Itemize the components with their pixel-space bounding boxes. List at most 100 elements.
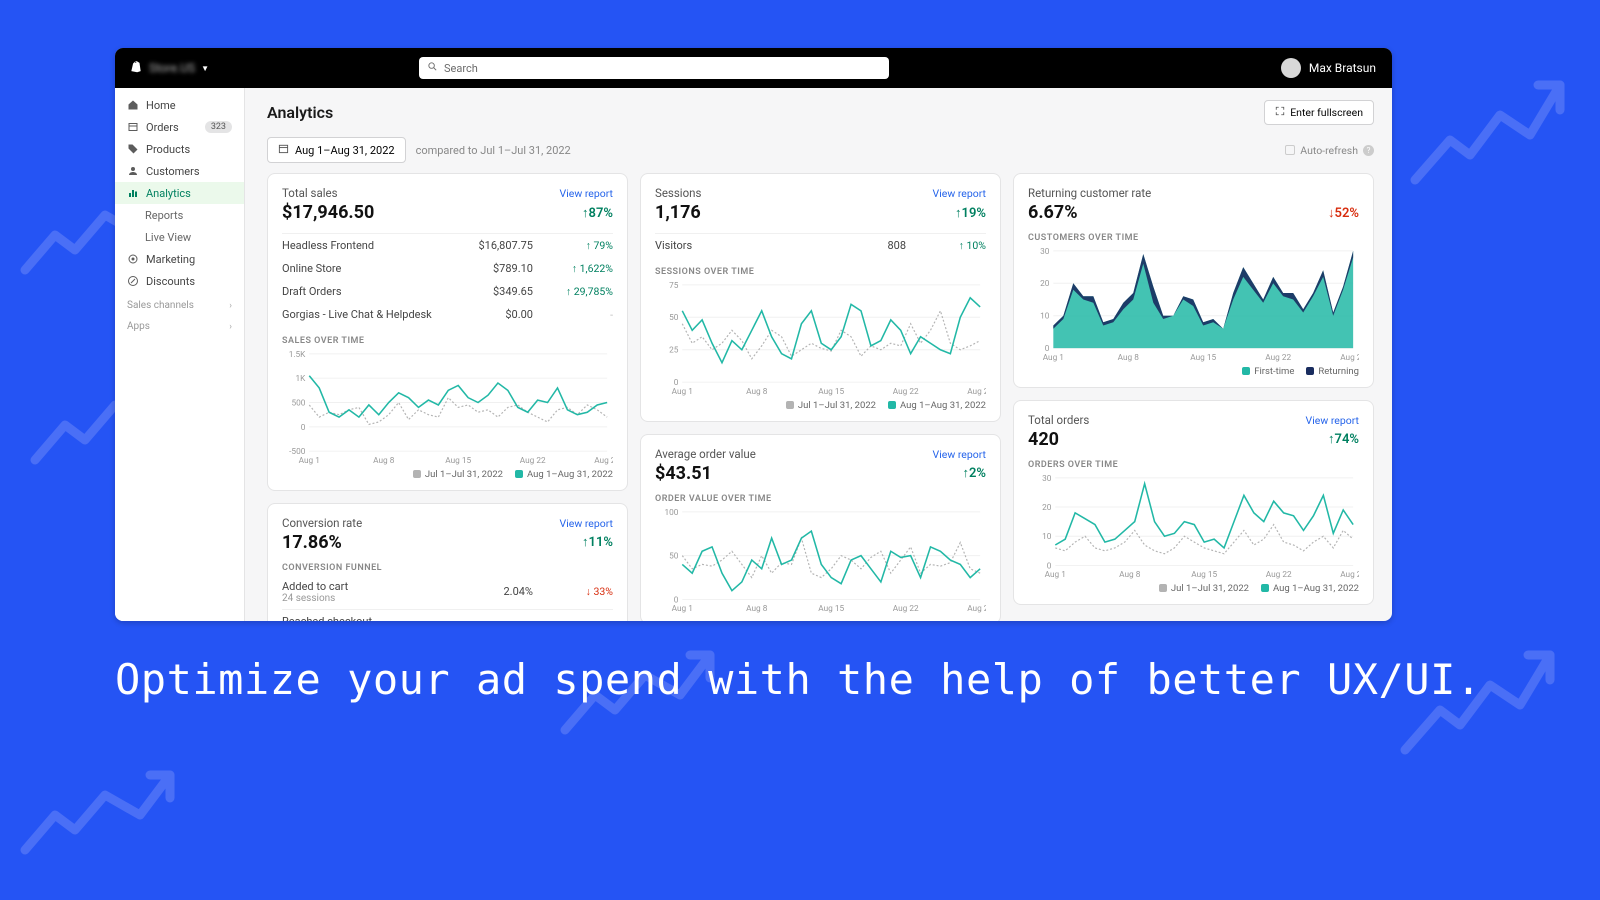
user-menu[interactable]: Max Bratsun xyxy=(1281,58,1392,78)
chart-subtitle: SESSIONS OVER TIME xyxy=(655,267,986,277)
chart-subtitle: SALES OVER TIME xyxy=(282,336,613,346)
user-name: Max Bratsun xyxy=(1309,61,1376,75)
card-value: 17.86% xyxy=(282,532,342,553)
analytics-app: Store.US ▼ Search Max Bratsun Home Order… xyxy=(115,48,1392,621)
card-total-sales: Total sales View report $17,946.50 ↑87% He… xyxy=(267,173,628,491)
sidebar-item-products[interactable]: Products xyxy=(115,138,244,160)
sidebar-item-home[interactable]: Home xyxy=(115,94,244,116)
svg-text:50: 50 xyxy=(669,313,679,323)
sidebar: Home Orders323 Products Customers Analyt… xyxy=(115,88,245,621)
card-title: Conversion rate xyxy=(282,516,362,530)
svg-text:Aug 8: Aug 8 xyxy=(746,604,768,613)
card-value: $43.51 xyxy=(655,463,712,484)
avatar xyxy=(1281,58,1301,78)
chart-legend: Jul 1–Jul 31, 2022 Aug 1–Aug 31, 2022 xyxy=(282,469,613,480)
card-conversion-rate: Conversion rate View report 17.86% ↑11% CO… xyxy=(267,503,628,621)
search-placeholder: Search xyxy=(444,62,478,75)
svg-text:Aug 8: Aug 8 xyxy=(1119,570,1141,579)
card-value: 420 xyxy=(1028,429,1059,450)
main: Analytics Enter fullscreen Aug 1–Aug 31,… xyxy=(245,88,1392,621)
chevron-right-icon: › xyxy=(229,322,232,332)
brand[interactable]: Store.US ▼ xyxy=(115,60,223,77)
compared-text: compared to Jul 1–Jul 31, 2022 xyxy=(416,144,571,157)
svg-text:50: 50 xyxy=(669,551,679,561)
chevron-right-icon: › xyxy=(229,301,232,311)
svg-text:Aug 29: Aug 29 xyxy=(594,456,613,465)
sidebar-item-discounts[interactable]: Discounts xyxy=(115,270,244,292)
svg-text:Aug 29: Aug 29 xyxy=(967,604,986,613)
calendar-icon xyxy=(278,143,289,157)
view-report-link[interactable]: View report xyxy=(1306,414,1359,427)
card-value: $17,946.50 xyxy=(282,202,374,223)
orders-over-time-chart: 0102030Aug 1Aug 8Aug 15Aug 22Aug 29 xyxy=(1028,472,1359,579)
svg-text:Aug 1: Aug 1 xyxy=(299,456,320,465)
sidebar-item-customers[interactable]: Customers xyxy=(115,160,244,182)
card-title: Average order value xyxy=(655,447,756,461)
date-range-button[interactable]: Aug 1–Aug 31, 2022 xyxy=(267,137,406,163)
sidebar-item-reports[interactable]: Reports xyxy=(115,204,244,226)
enter-fullscreen-button[interactable]: Enter fullscreen xyxy=(1264,100,1374,125)
chart-subtitle: ORDER VALUE OVER TIME xyxy=(655,494,986,504)
sidebar-item-liveview[interactable]: Live View xyxy=(115,226,244,248)
svg-text:0: 0 xyxy=(301,423,306,433)
fullscreen-icon xyxy=(1275,106,1285,119)
svg-text:Aug 1: Aug 1 xyxy=(1045,570,1066,579)
svg-text:Aug 29: Aug 29 xyxy=(1340,353,1359,362)
svg-text:Aug 22: Aug 22 xyxy=(1266,570,1292,579)
chart-legend: Jul 1–Jul 31, 2022 Aug 1–Aug 31, 2022 xyxy=(655,400,986,411)
svg-text:25: 25 xyxy=(669,346,679,356)
card-title: Total sales xyxy=(282,186,338,200)
sidebar-section-sales-channels[interactable]: Sales channels› xyxy=(115,292,244,313)
sessions-list: Visitors808↑ 10% xyxy=(655,234,986,257)
list-item: Online Store$789.10↑ 1,622% xyxy=(282,257,613,280)
chart-subtitle: ORDERS OVER TIME xyxy=(1028,460,1359,470)
card-aov: Average order value View report $43.51 ↑2%… xyxy=(640,434,1001,621)
funnel-subtitle: CONVERSION FUNNEL xyxy=(282,563,613,573)
svg-text:Aug 15: Aug 15 xyxy=(1191,570,1217,579)
card-delta: ↓52% xyxy=(1328,205,1359,221)
sidebar-item-analytics[interactable]: Analytics xyxy=(115,182,244,204)
svg-text:Aug 1: Aug 1 xyxy=(672,387,693,396)
chart-legend: Jul 1–Jul 31, 2022 Aug 1–Aug 31, 2022 xyxy=(1028,583,1359,594)
chart-legend: First-time Returning xyxy=(1028,366,1359,377)
svg-text:20: 20 xyxy=(1040,279,1050,289)
topbar: Store.US ▼ Search Max Bratsun xyxy=(115,48,1392,88)
card-total-orders: Total ordersView report 420↑74% ORDERS O… xyxy=(1013,400,1374,605)
view-report-link[interactable]: View report xyxy=(933,448,986,461)
svg-text:Aug 15: Aug 15 xyxy=(445,456,471,465)
view-report-link[interactable]: View report xyxy=(560,517,613,530)
view-report-link[interactable]: View report xyxy=(560,187,613,200)
orders-icon xyxy=(127,121,139,133)
card-delta: ↑2% xyxy=(962,465,986,481)
list-item: Gorgias ‑ Live Chat & Helpdesk$0.00- xyxy=(282,303,613,326)
conversion-funnel-list: Added to cart24 sessions2.04%↓ 33%Reache… xyxy=(282,575,613,621)
sidebar-item-marketing[interactable]: Marketing xyxy=(115,248,244,270)
view-report-link[interactable]: View report xyxy=(933,187,986,200)
svg-text:Aug 8: Aug 8 xyxy=(1118,353,1140,362)
card-title: Sessions xyxy=(655,186,701,200)
card-delta: ↑11% xyxy=(582,534,613,550)
svg-text:Aug 22: Aug 22 xyxy=(1265,353,1291,362)
card-sessions: SessionsView report 1,176↑19% Visitors80… xyxy=(640,173,1001,422)
sidebar-item-orders[interactable]: Orders323 xyxy=(115,116,244,138)
autorefresh-toggle[interactable]: Auto-refresh ? xyxy=(1285,144,1374,157)
page-title: Analytics xyxy=(267,103,333,122)
info-icon: ? xyxy=(1363,145,1374,156)
card-delta: ↑87% xyxy=(582,205,613,221)
svg-text:Aug 15: Aug 15 xyxy=(818,387,844,396)
sales-channel-list: Headless Frontend$16,807.75↑ 79%Online S… xyxy=(282,234,613,326)
sidebar-section-apps[interactable]: Apps› xyxy=(115,313,244,334)
card-value: 6.67% xyxy=(1028,202,1078,223)
search-input[interactable]: Search xyxy=(419,57,889,79)
svg-text:Aug 8: Aug 8 xyxy=(746,387,768,396)
svg-text:100: 100 xyxy=(664,508,678,518)
orders-badge: 323 xyxy=(205,121,232,133)
svg-text:500: 500 xyxy=(291,398,305,408)
list-item: Headless Frontend$16,807.75↑ 79% xyxy=(282,234,613,257)
discount-icon xyxy=(127,275,139,287)
card-title: Total orders xyxy=(1028,413,1089,427)
list-item: Draft Orders$349.65↑ 29,785% xyxy=(282,280,613,303)
svg-text:Aug 8: Aug 8 xyxy=(373,456,395,465)
svg-text:Aug 15: Aug 15 xyxy=(1190,353,1216,362)
svg-text:20: 20 xyxy=(1042,503,1052,513)
